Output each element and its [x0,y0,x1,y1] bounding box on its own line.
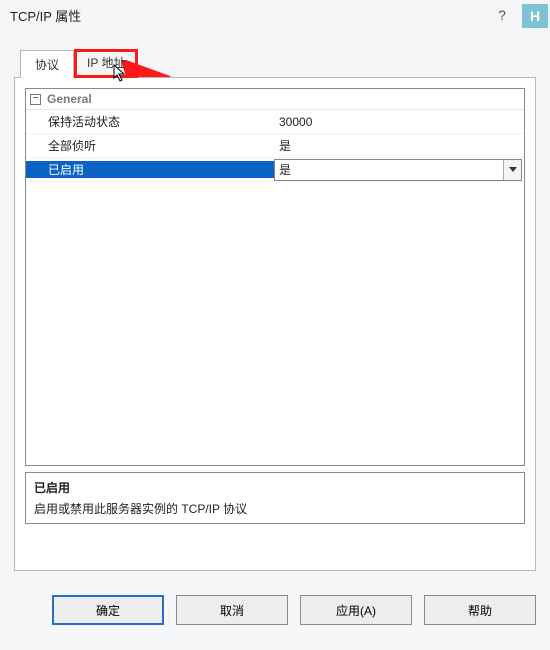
collapse-icon[interactable]: − [30,94,41,105]
property-row-selected[interactable]: 已启用 是 [26,158,524,182]
watermark-logo: H [522,4,548,28]
apply-button[interactable]: 应用(A) [300,595,412,625]
ok-button[interactable]: 确定 [52,595,164,625]
cancel-button[interactable]: 取消 [176,595,288,625]
property-row[interactable]: 全部侦听 是 [26,134,524,158]
property-key: 全部侦听 [26,137,275,154]
property-row[interactable]: 保持活动状态 30000 [26,110,524,134]
property-value: 是 [275,137,524,154]
tab-label: 协议 [35,58,59,72]
group-label: General [47,92,92,106]
tab-bar: 协议 IP 地址 [20,50,536,78]
cursor-icon [113,64,129,84]
property-key: 已启用 [26,161,274,178]
tab-protocol[interactable]: 协议 [20,50,74,78]
titlebar: TCP/IP 属性 ? × [0,0,550,30]
help-button[interactable]: 帮助 [424,595,536,625]
help-button[interactable]: ? [490,7,514,23]
description-text: 启用或禁用此服务器实例的 TCP/IP 协议 [34,500,516,517]
property-value: 30000 [275,115,524,129]
property-key: 保持活动状态 [26,113,275,130]
chevron-down-icon [509,167,517,173]
dropdown-button[interactable] [503,160,521,180]
tab-ip-address[interactable]: IP 地址 [74,49,138,78]
dialog-content: 协议 IP 地址 − General 保持活动状态 30000 全部侦听 是 [0,30,550,583]
tab-panel: − General 保持活动状态 30000 全部侦听 是 已启用 是 [14,77,536,571]
description-title: 已启用 [34,479,516,496]
window-title: TCP/IP 属性 [10,6,490,25]
property-grid: − General 保持活动状态 30000 全部侦听 是 已启用 是 [25,88,525,466]
button-row: 确定 取消 应用(A) 帮助 [0,583,550,625]
property-value-text: 是 [279,161,291,178]
group-header-general[interactable]: − General [26,89,524,110]
property-value-dropdown[interactable]: 是 [274,159,522,181]
description-box: 已启用 启用或禁用此服务器实例的 TCP/IP 协议 [25,472,525,524]
